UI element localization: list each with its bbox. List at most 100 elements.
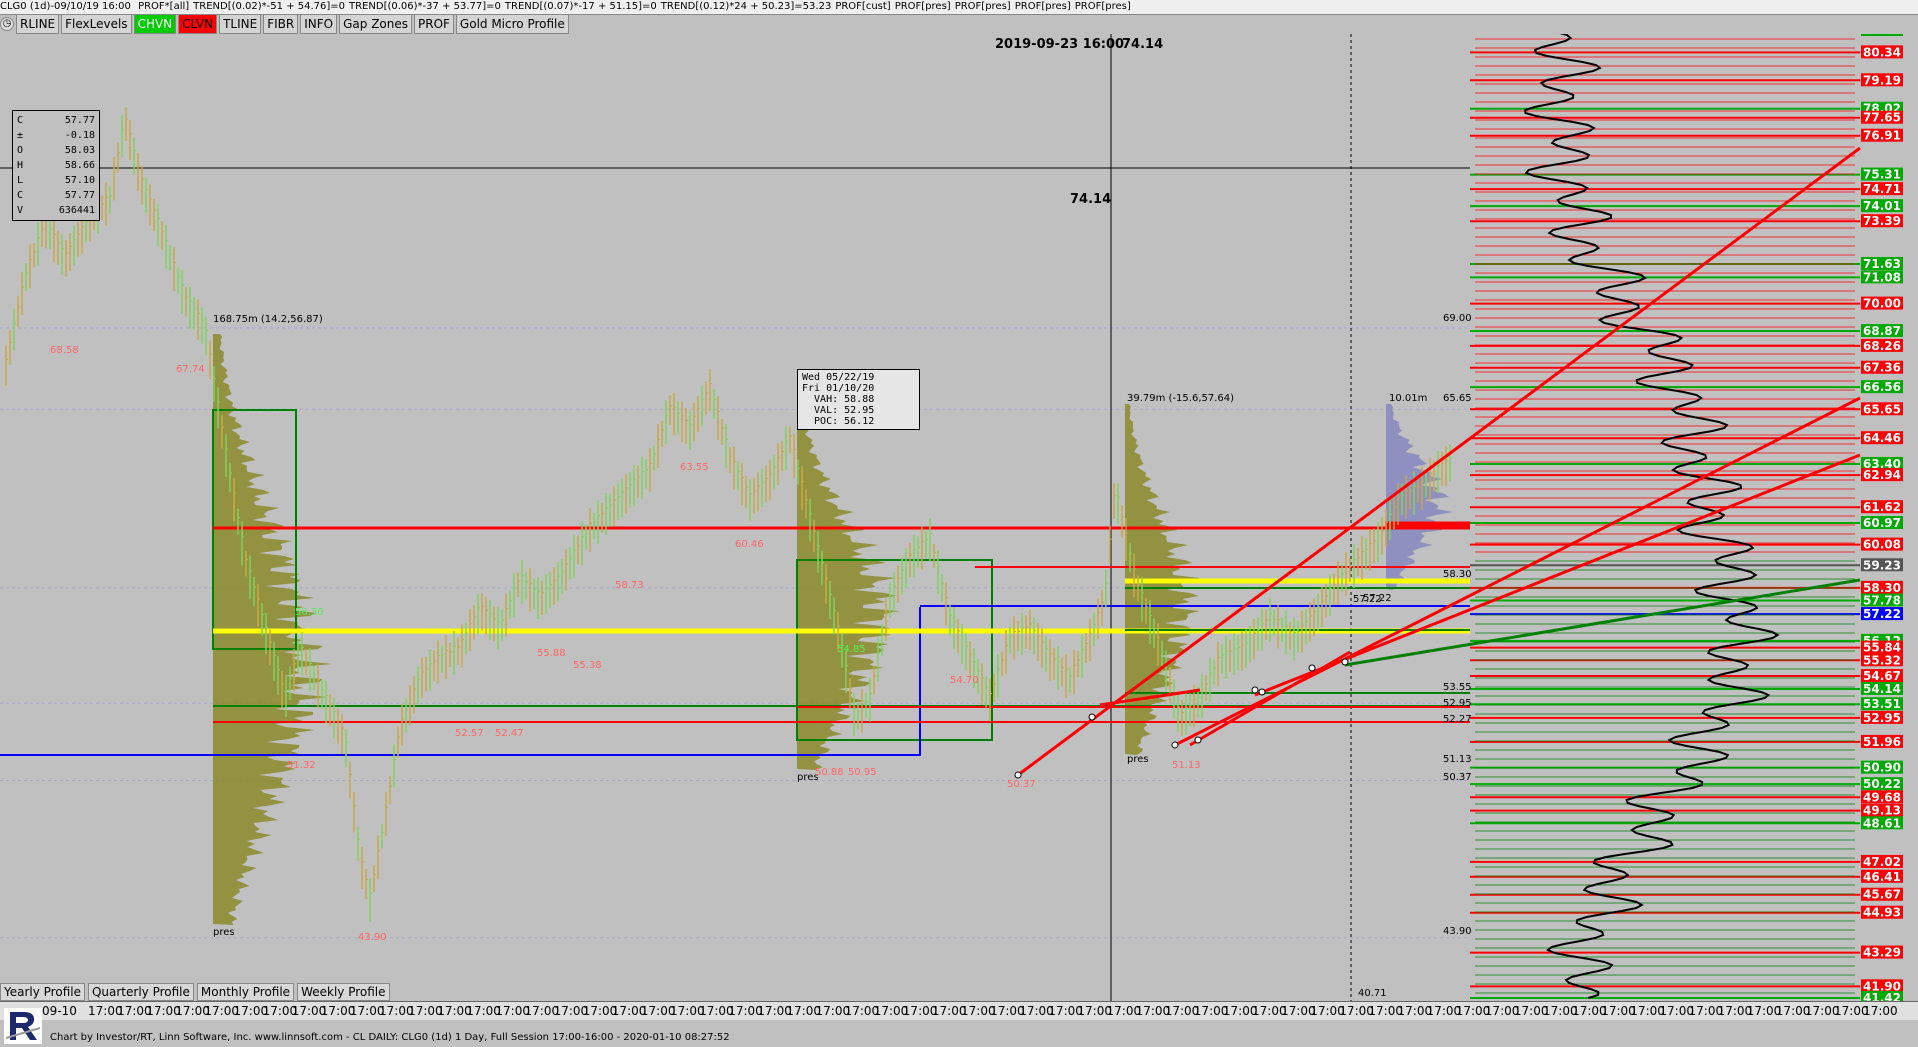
right-scale-label: 43.90 [1443, 926, 1472, 937]
right-scale-label: 51.13 [1443, 754, 1472, 765]
tab-monthly-profile[interactable]: Monthly Profile [196, 983, 295, 1001]
ladder-price-label: 43.29 [1863, 946, 1901, 960]
swing-price-label: 54.85 [837, 644, 866, 655]
ladder-price-label: 50.90 [1863, 761, 1901, 775]
tab-yearly-profile[interactable]: Yearly Profile [0, 983, 85, 1001]
trend-line[interactable] [1344, 578, 1861, 667]
ladder-price-label: 49.68 [1863, 790, 1901, 804]
right-scale-label: 69.00 [1443, 313, 1472, 324]
ohlc-key: C [17, 190, 24, 201]
ladder-price-label: 53.51 [1863, 697, 1901, 711]
profile-header-label: 168.75m (14.2,56.87) [213, 314, 323, 325]
swing-price-label: 50.37 [1007, 779, 1036, 790]
study-item[interactable]: TREND[(0.06)*-37 + 53.77]=0 [349, 1, 501, 12]
toolbar-button-flexlevels[interactable]: FlexLevels [61, 14, 132, 34]
tab-weekly-profile[interactable]: Weekly Profile [297, 983, 390, 1001]
ohlc-value: -0.18 [64, 130, 95, 141]
study-item[interactable]: PROF[pres] [955, 1, 1011, 12]
ladder-price-label: 64.46 [1863, 431, 1901, 445]
ladder-price-label: 47.02 [1863, 855, 1901, 869]
ladder-price-label: 60.08 [1863, 538, 1901, 552]
trend-anchor-point[interactable] [1251, 686, 1259, 694]
swing-price-label: 51.13 [1172, 760, 1201, 771]
ladder-price-label: 45.67 [1863, 888, 1901, 902]
right-scale-label: 58.30 [1443, 569, 1472, 580]
study-item[interactable]: TREND[(0.02)*-51 + 54.76]=0 [193, 1, 345, 12]
tab-quarterly-profile[interactable]: Quarterly Profile [87, 983, 194, 1001]
ohlc-row: O 58.03 [17, 143, 95, 158]
ohlc-key: ± [17, 130, 24, 141]
level-lines: 81.2680.3479.1978.0277.6576.9175.3174.71… [0, 34, 1903, 1001]
trend-anchor-point[interactable] [1258, 688, 1266, 696]
footer-credits: Chart by Investor/RT, Linn Software, Inc… [50, 1032, 730, 1043]
study-item[interactable]: PROF[pres] [895, 1, 951, 12]
ohlc-row: C 57.77 [17, 113, 95, 128]
ohlc-value: 636441 [58, 205, 95, 216]
trend-anchor-point[interactable] [1341, 658, 1349, 666]
swing-price-label: 51.32 [287, 760, 316, 771]
toolbar-button-clvn[interactable]: CLVN [178, 14, 218, 34]
study-item[interactable]: PROF*[all] [138, 1, 189, 12]
ohlc-row: H 58.66 [17, 158, 95, 173]
swing-price-label: 68.58 [50, 345, 79, 356]
ladder-price-label: 74.01 [1863, 199, 1901, 213]
ohlc-key: C [17, 115, 24, 126]
profile-info-line: POC: 56.12 [802, 416, 875, 427]
ladder-price-label: 74.71 [1863, 182, 1901, 196]
swing-price-label: 60.46 [735, 539, 764, 550]
window-titlebar: CLG0 (1d)-09/10/19 16:00 PROF*[all] TREND… [0, 0, 1918, 15]
chart-labels: 2019-09-23 16:0074.1474.14168.75m (14.2,… [50, 37, 1472, 999]
toolbar-button-gold-micro-profile[interactable]: Gold Micro Profile [455, 14, 569, 34]
ladder-price-label: 77.65 [1863, 111, 1901, 125]
ladder-price-label: 66.56 [1863, 380, 1901, 394]
profile-info-line: Fri 01/10/20 [802, 383, 875, 394]
trend-anchor-point[interactable] [1308, 664, 1316, 672]
swing-price-label: 54.70 [950, 675, 979, 686]
swing-price-label: 58.73 [615, 580, 644, 591]
time-axis: 09-10 17:00 17:00 17:00 17:00 17:00 17:00 17:00… [0, 1001, 1918, 1020]
clock-icon[interactable]: ◷ [0, 17, 14, 31]
ladder-price-label: 81.26 [1863, 34, 1901, 37]
toolbar-button-info[interactable]: INFO [300, 14, 338, 34]
ladder-price-label: 48.61 [1863, 816, 1901, 830]
trend-anchor-point[interactable] [1171, 741, 1179, 749]
right-scale-label: 53.55 [1443, 682, 1472, 693]
ladder-price-label: 55.32 [1863, 653, 1901, 667]
study-item[interactable]: PROF[cust] [835, 1, 890, 12]
ladder-price-label: 65.65 [1863, 402, 1901, 416]
right-scale-label: 65.65 [1443, 393, 1472, 404]
study-item[interactable]: TREND[(0.12)*24 + 50.23]=53.23 [661, 1, 832, 12]
window-title: CLG0 (1d)-09/10/19 16:00 [0, 1, 131, 12]
ladder-price-label: 50.22 [1863, 777, 1901, 791]
study-item[interactable]: PROF[pres] [1075, 1, 1131, 12]
toolbar-button-tline[interactable]: TLINE [219, 14, 262, 34]
ladder-price-label: 52.95 [1863, 711, 1901, 725]
toolbar-button-rline[interactable]: RLINE [16, 14, 60, 34]
toolbar-button-fibr[interactable]: FIBR [263, 14, 299, 34]
ladder-price-label: 79.19 [1863, 73, 1901, 87]
toolbar-button-gap-zones[interactable]: Gap Zones [339, 14, 412, 34]
right-scale-label: 52.27 [1443, 714, 1472, 725]
profile-header-label: 39.79m (-15.6,57.64) [1127, 393, 1234, 404]
ohlc-row: V 636441 [17, 203, 95, 218]
profile-info-line: Wed 05/22/19 [802, 372, 875, 383]
trend-anchor-point[interactable] [1014, 771, 1022, 779]
swing-price-label: 52.47 [495, 728, 524, 739]
toolbar-button-prof[interactable]: PROF [414, 14, 454, 34]
ladder-price-label: 57.22 [1863, 607, 1901, 621]
header-datetime: 2019-09-23 16:00 [995, 37, 1124, 52]
ladder-price-label: 76.91 [1863, 129, 1901, 143]
price-chart[interactable]: 81.2680.3479.1978.0277.6576.9175.3174.71… [0, 34, 1918, 1001]
swing-price-label: 50.95 [848, 767, 877, 778]
toolbar-button-chvn[interactable]: CHVN [133, 14, 177, 34]
chart-area[interactable]: 81.2680.3479.1978.0277.6576.9175.3174.71… [0, 34, 1918, 1001]
trend-anchor-point[interactable] [1194, 736, 1202, 744]
ohlc-value: 57.77 [64, 115, 95, 126]
ohlc-value: 58.03 [64, 145, 95, 156]
ladder-price-label: 61.62 [1863, 500, 1901, 514]
ladder-price-label: 67.36 [1863, 361, 1901, 375]
study-item[interactable]: TREND[(0.07)*-17 + 51.15]=0 [505, 1, 657, 12]
study-item[interactable]: PROF[pres] [1015, 1, 1071, 12]
ohlc-key: V [17, 205, 24, 216]
trend-anchor-point[interactable] [1088, 713, 1096, 721]
